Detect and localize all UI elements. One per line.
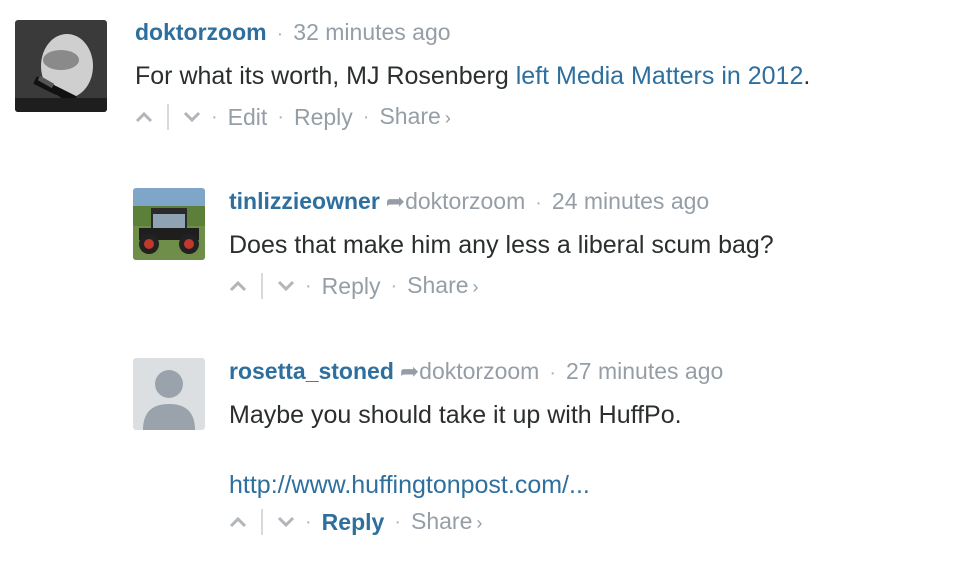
- default-avatar-icon: [133, 358, 205, 430]
- vote-divider: [261, 509, 263, 535]
- comment-link[interactable]: left Media Matters in 2012: [516, 62, 804, 90]
- separator-dot: ·: [211, 106, 218, 128]
- downvote-button[interactable]: [277, 280, 295, 292]
- vote-divider: [167, 104, 169, 130]
- separator-dot: ·: [549, 362, 556, 384]
- chevron-down-icon: [183, 111, 201, 123]
- avatar[interactable]: [15, 20, 107, 112]
- chevron-down-icon: [277, 516, 295, 528]
- share-label: Share: [410, 508, 473, 534]
- chevron-up-icon: [135, 111, 153, 123]
- parent-author-link[interactable]: doktorzoom: [419, 358, 539, 384]
- reply-button[interactable]: Reply: [294, 103, 353, 131]
- chevron-up-icon: [229, 280, 247, 292]
- comment-link-line: http://www.huffingtonpost.com/...: [229, 469, 723, 501]
- separator-dot: ·: [394, 511, 401, 533]
- separator-dot: ·: [305, 275, 312, 297]
- comment-actions: · Reply · Share ›: [229, 507, 723, 537]
- comment-text-part: .: [803, 62, 811, 90]
- chevron-down-icon: [277, 280, 295, 292]
- comment-actions: · Reply · Share ›: [229, 271, 774, 301]
- external-link[interactable]: http://www.huffingtonpost.com/...: [229, 471, 590, 499]
- reply-button[interactable]: Reply: [322, 508, 385, 536]
- vote-divider: [261, 273, 263, 299]
- share-button[interactable]: Share ›: [407, 271, 478, 301]
- chevron-right-icon: ›: [444, 108, 451, 128]
- comment-header: rosetta_stoned ➦doktorzoom · 27 minutes ago: [229, 357, 723, 387]
- edit-button[interactable]: Edit: [228, 103, 268, 131]
- comment-text: For what its worth, MJ Rosenberg left Me…: [135, 60, 810, 92]
- separator-dot: ·: [305, 511, 312, 533]
- timestamp[interactable]: 32 minutes ago: [293, 19, 450, 45]
- comment-actions: · Edit · Reply · Share ›: [135, 102, 810, 132]
- share-label: Share: [379, 103, 441, 129]
- comment-text-part: For what its worth, MJ Rosenberg: [135, 62, 516, 90]
- downvote-button[interactable]: [277, 516, 295, 528]
- chevron-right-icon: ›: [472, 277, 479, 297]
- chevron-right-icon: ›: [476, 513, 483, 533]
- reply-to-arrow-icon: ➦: [399, 358, 420, 384]
- avatar[interactable]: [133, 358, 205, 430]
- upvote-button[interactable]: [229, 516, 247, 528]
- share-button[interactable]: Share ›: [379, 102, 450, 132]
- chevron-up-icon: [229, 516, 247, 528]
- comment-text: Does that make him any less a liberal sc…: [229, 231, 774, 259]
- separator-dot: ·: [277, 106, 284, 128]
- reply-to-arrow-icon: ➦: [385, 188, 406, 214]
- separator-dot: ·: [276, 23, 284, 45]
- parent-author-link[interactable]: doktorzoom: [405, 188, 525, 214]
- comment-header: tinlizzieowner ➦doktorzoom · 24 minutes ago: [229, 187, 774, 217]
- author-link[interactable]: rosetta_stoned: [229, 358, 394, 384]
- separator-dot: ·: [535, 192, 542, 214]
- avatar-photo: [15, 20, 107, 112]
- timestamp[interactable]: 24 minutes ago: [552, 188, 709, 214]
- share-button[interactable]: Share ›: [411, 507, 482, 537]
- upvote-button[interactable]: [135, 111, 153, 123]
- downvote-button[interactable]: [183, 111, 201, 123]
- separator-dot: ·: [390, 275, 398, 297]
- avatar-photo: [133, 188, 205, 260]
- author-link[interactable]: doktorzoom: [135, 19, 267, 45]
- avatar[interactable]: [133, 188, 205, 260]
- share-label: Share: [407, 272, 469, 298]
- upvote-button[interactable]: [229, 280, 247, 292]
- separator-dot: ·: [362, 106, 370, 128]
- comment-header: doktorzoom · 32 minutes ago: [135, 18, 810, 48]
- timestamp[interactable]: 27 minutes ago: [566, 358, 723, 384]
- reply-button[interactable]: Reply: [322, 272, 381, 300]
- comment-text: Maybe you should take it up with HuffPo.: [229, 401, 682, 429]
- author-link[interactable]: tinlizzieowner: [229, 188, 380, 214]
